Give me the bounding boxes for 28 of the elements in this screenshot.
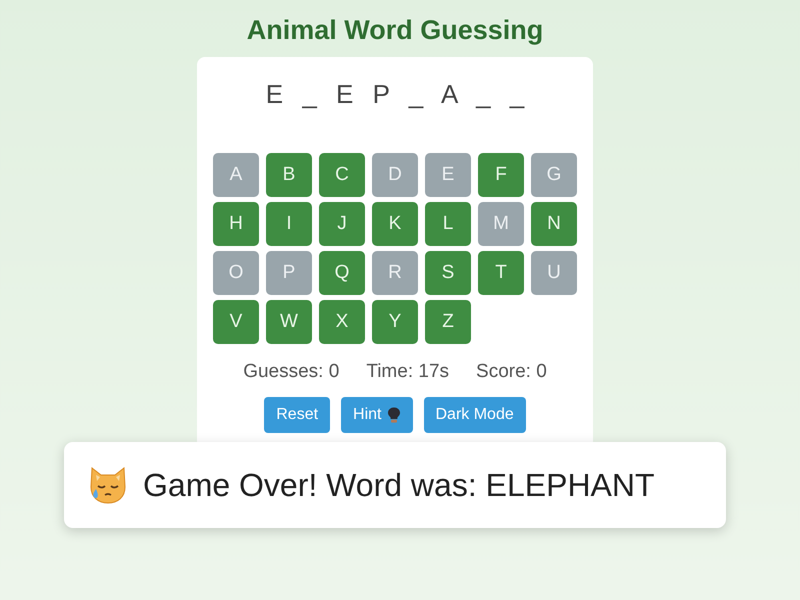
letter-key[interactable]: T	[478, 251, 524, 295]
letter-key[interactable]: N	[531, 202, 577, 246]
action-button[interactable]: Reset	[264, 397, 330, 433]
letter-key[interactable]: W	[266, 300, 312, 344]
letter-key[interactable]: C	[319, 153, 365, 197]
letter-key[interactable]: H	[213, 202, 259, 246]
letter-key[interactable]: J	[319, 202, 365, 246]
letter-key[interactable]: F	[478, 153, 524, 197]
letter-key[interactable]: S	[425, 251, 471, 295]
letter-key[interactable]: V	[213, 300, 259, 344]
crying-cat-icon	[88, 465, 128, 505]
hint-button[interactable]: Hint	[341, 397, 412, 433]
letter-key[interactable]: Y	[372, 300, 418, 344]
game-title: Animal Word Guessing	[246, 14, 544, 47]
letter-key[interactable]: B	[266, 153, 312, 197]
game-over-message: Game Over! Word was: ELEPHANT	[143, 466, 655, 504]
action-button[interactable]: Dark Mode	[424, 397, 526, 433]
letter-key[interactable]: Z	[425, 300, 471, 344]
letter-key[interactable]: I	[266, 202, 312, 246]
stat-label: Score: 0	[476, 361, 547, 383]
letter-key[interactable]: L	[425, 202, 471, 246]
stat-label: Time: 17s	[366, 361, 450, 383]
word-display: E _ E P _ A _ _	[264, 79, 530, 109]
letter-key[interactable]: Q	[319, 251, 365, 295]
stat-label: Guesses: 0	[243, 361, 340, 383]
bulb-icon	[386, 407, 400, 423]
letter-key[interactable]: K	[372, 202, 418, 246]
letter-key[interactable]: X	[319, 300, 365, 344]
